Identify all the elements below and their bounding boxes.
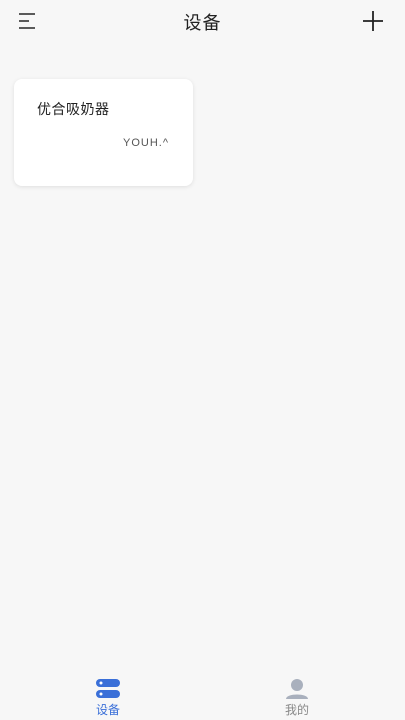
device-name: 优合吸奶器 bbox=[37, 102, 110, 118]
add-device-button[interactable] bbox=[361, 9, 385, 33]
tab-devices-label: 设备 bbox=[95, 703, 120, 717]
tab-mine-label: 我的 bbox=[284, 703, 309, 717]
plus-icon bbox=[363, 11, 383, 31]
page-title: 设备 bbox=[183, 13, 222, 34]
person-icon bbox=[286, 679, 308, 699]
bottom-tab-bar: 设备 我的 bbox=[0, 674, 405, 720]
device-card[interactable]: 优合吸奶器 YOUH.^ bbox=[14, 79, 193, 186]
tab-devices[interactable]: 设备 bbox=[78, 674, 138, 720]
tab-mine[interactable]: 我的 bbox=[267, 674, 327, 720]
device-list-screen: 设备 优合吸奶器 YOUH.^ 设备 我的 bbox=[0, 0, 405, 720]
brand-logo: YOUH.^ bbox=[123, 137, 169, 149]
device-stack-icon bbox=[96, 679, 120, 698]
top-bar: 设备 bbox=[0, 0, 405, 42]
